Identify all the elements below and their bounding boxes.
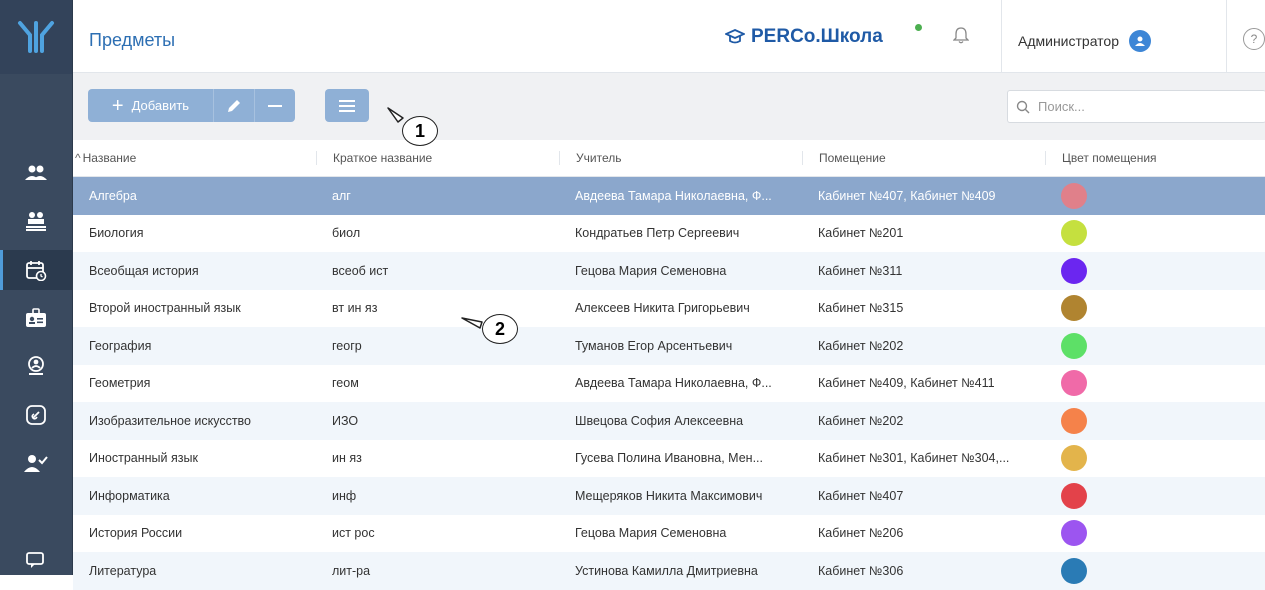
callout-tails — [387, 107, 483, 329]
callout-2-tail — [461, 317, 483, 329]
callout-1-tail — [387, 107, 404, 123]
callout-2: 2 — [482, 314, 518, 344]
callout-1: 1 — [402, 116, 438, 146]
